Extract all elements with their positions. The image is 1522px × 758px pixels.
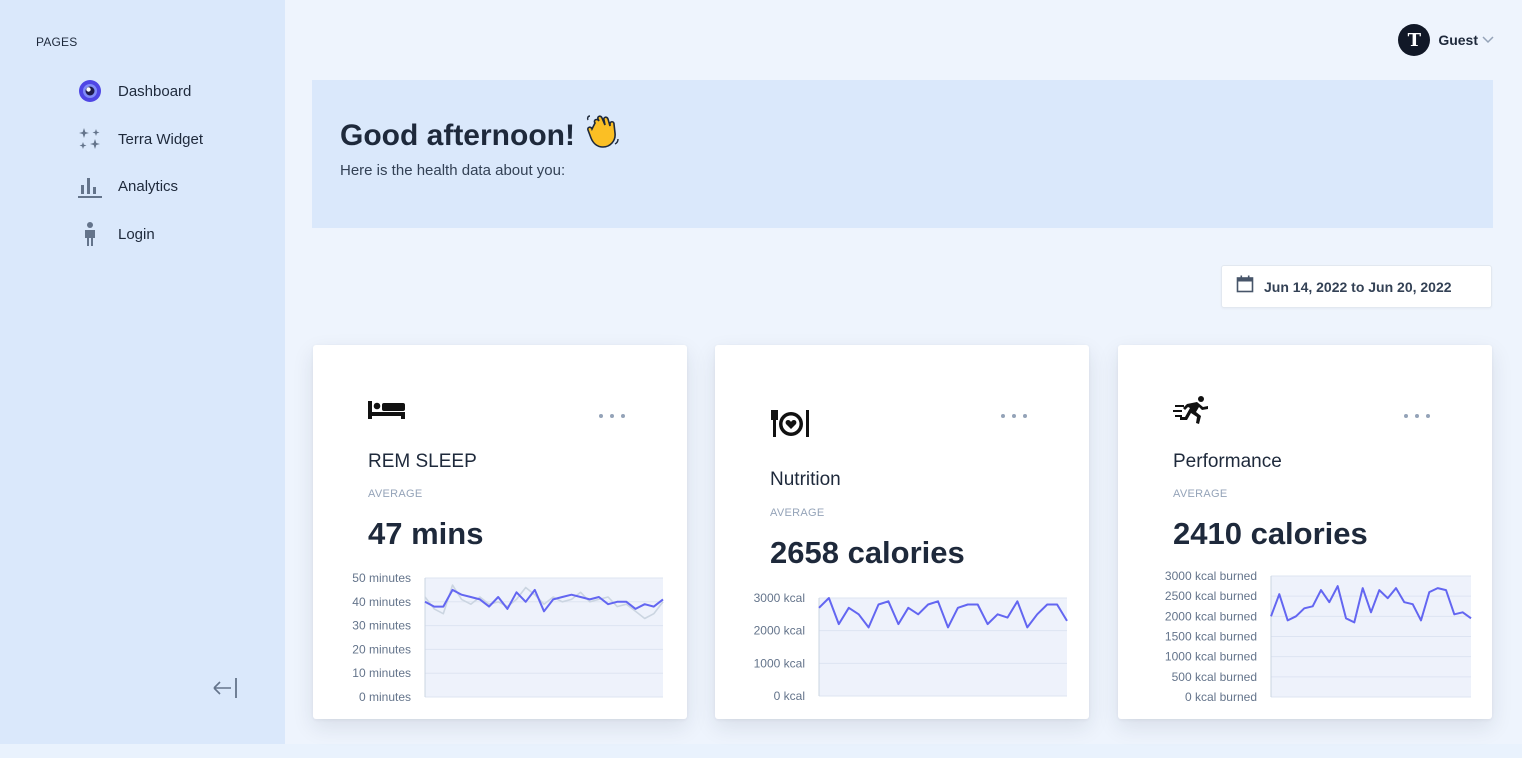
rem-sleep-chart: 50 minutes 40 minutes 30 minutes 20 minutes…	[352, 571, 664, 704]
dashboard-icon	[76, 78, 104, 104]
calendar-icon	[1236, 275, 1254, 298]
average-label: AVERAGE	[368, 488, 423, 500]
bottom-strip	[0, 744, 1522, 758]
nutrition-icon	[770, 407, 810, 437]
sidebar-item-terra-widget[interactable]: Terra Widget	[76, 126, 203, 152]
y-tick-label: 2000 kcal	[754, 624, 805, 638]
chevron-down-icon	[1482, 31, 1494, 49]
y-tick-label: 30 minutes	[352, 619, 411, 633]
greeting-text: Good afternoon!	[340, 119, 575, 152]
date-range-label: Jun 14, 2022 to Jun 20, 2022	[1264, 278, 1452, 295]
average-label: AVERAGE	[770, 507, 825, 519]
card-title: REM SLEEP	[368, 451, 477, 472]
card-menu-button[interactable]	[1404, 409, 1430, 423]
card-title: Performance	[1173, 451, 1282, 472]
sidebar-item-label: Login	[118, 225, 155, 243]
sidebar-item-label: Analytics	[118, 177, 179, 195]
nutrition-chart: 3000 kcal 2000 kcal 1000 kcal 0 kcal	[754, 591, 1068, 703]
average-label: AVERAGE	[1173, 488, 1228, 500]
card-menu-button[interactable]	[599, 409, 625, 423]
user-menu[interactable]: T Guest	[1398, 24, 1494, 56]
y-tick-label: 1000 kcal	[754, 656, 805, 670]
sidebar-item-dashboard[interactable]: Dashboard	[76, 78, 191, 104]
welcome-banner: Good afternoon! Here is the health data …	[312, 80, 1493, 228]
sidebar-item-label: Terra Widget	[118, 130, 204, 148]
waving-hand-icon	[585, 114, 621, 158]
y-tick-label: 10 minutes	[352, 666, 411, 680]
bar-chart-icon	[76, 173, 104, 199]
average-value: 47 mins	[368, 516, 484, 551]
sidebar-section-title: PAGES	[36, 35, 78, 49]
y-tick-label: 2500 kcal burned	[1165, 589, 1257, 603]
card-menu-button[interactable]	[1001, 409, 1027, 423]
y-tick-label: 50 minutes	[352, 571, 411, 585]
y-tick-label: 2000 kcal burned	[1165, 609, 1257, 623]
performance-card: Performance AVERAGE 2410 calories 3000 k…	[1118, 345, 1492, 719]
user-name: Guest	[1438, 32, 1478, 48]
sidebar-collapse-button[interactable]	[210, 676, 242, 704]
y-tick-label: 3000 kcal burned	[1165, 569, 1257, 583]
rem-sleep-card: REM SLEEP AVERAGE 47 mins 50 minutes 40 m…	[313, 345, 687, 719]
y-tick-label: 40 minutes	[352, 595, 411, 609]
date-range-picker[interactable]: Jun 14, 2022 to Jun 20, 2022	[1221, 265, 1492, 308]
average-value: 2658 calories	[770, 535, 965, 570]
nutrition-card: Nutrition AVERAGE 2658 calories 3000 kca…	[715, 345, 1089, 719]
y-tick-label: 0 minutes	[359, 690, 411, 704]
y-tick-label: 1500 kcal burned	[1165, 630, 1257, 644]
bed-icon	[368, 395, 408, 425]
y-tick-label: 1000 kcal burned	[1165, 650, 1257, 664]
greeting-heading: Good afternoon!	[340, 114, 621, 158]
card-title: Nutrition	[770, 469, 841, 490]
y-tick-label: 0 kcal burned	[1185, 690, 1257, 704]
greeting-subtitle: Here is the health data about you:	[340, 162, 566, 179]
y-tick-label: 0 kcal	[774, 689, 805, 703]
y-tick-label: 3000 kcal	[754, 591, 805, 605]
y-tick-label: 500 kcal burned	[1172, 670, 1257, 684]
performance-chart: 3000 kcal burned 2500 kcal burned 2000 kca…	[1165, 569, 1472, 704]
person-icon	[76, 221, 104, 247]
average-value: 2410 calories	[1173, 516, 1368, 551]
sidebar-item-analytics[interactable]: Analytics	[76, 173, 178, 199]
y-tick-label: 20 minutes	[352, 642, 411, 656]
collapse-arrow-icon	[211, 675, 241, 706]
running-icon	[1173, 395, 1213, 425]
avatar: T	[1398, 24, 1431, 56]
sidebar-item-label: Dashboard	[118, 82, 192, 100]
plot-area	[425, 578, 663, 697]
sidebar: PAGES Dashboard Terra Widget Analytics L…	[0, 0, 285, 744]
sidebar-item-login[interactable]: Login	[76, 221, 155, 247]
sparkles-icon	[76, 126, 104, 152]
